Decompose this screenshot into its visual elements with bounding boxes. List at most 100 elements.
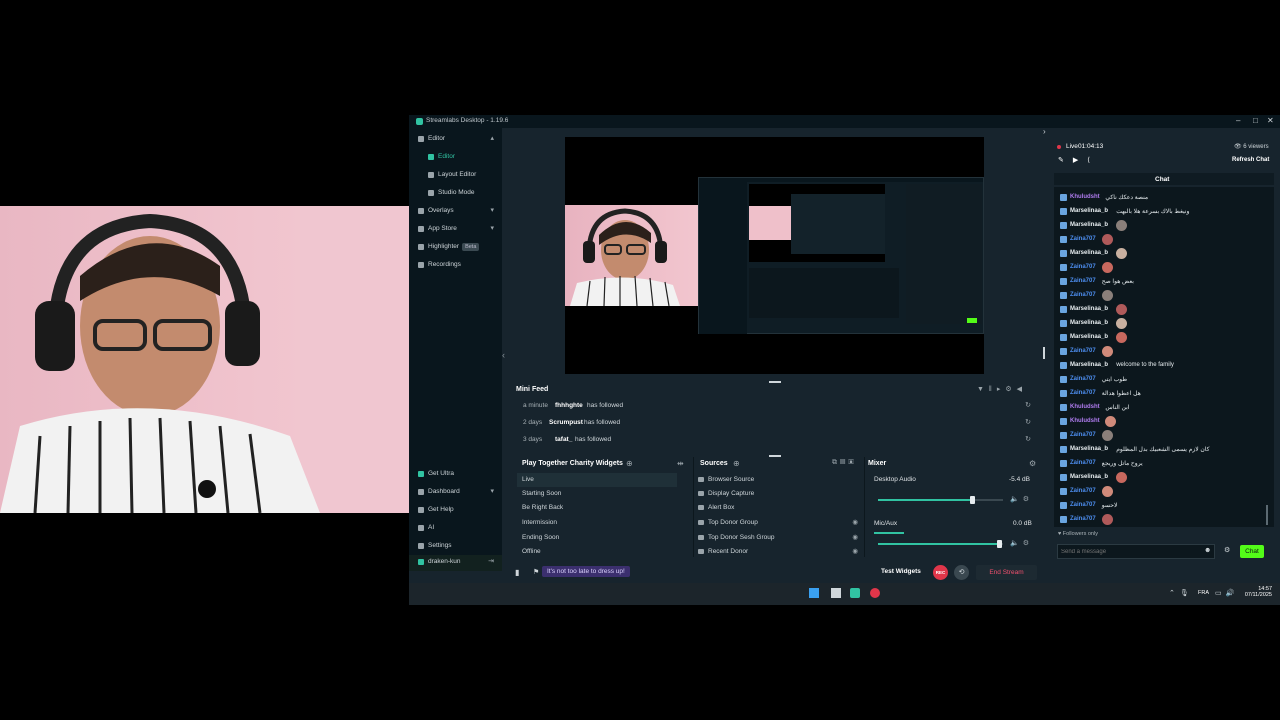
- chat-send-button[interactable]: Chat: [1240, 545, 1264, 558]
- volume-slider[interactable]: [878, 540, 1003, 548]
- source-item[interactable]: Recent Donor ◉: [694, 545, 864, 555]
- volume-knob[interactable]: [997, 540, 1003, 548]
- mini-feed-controls[interactable]: ▼‖▸⚙◀: [977, 385, 1027, 393]
- task-view-icon[interactable]: [831, 588, 841, 598]
- sidebar-item-app-store[interactable]: App Store ▾: [409, 222, 502, 238]
- chat-username[interactable]: Zaina707: [1070, 432, 1096, 438]
- scene-item[interactable]: Intermission: [517, 516, 677, 530]
- tray-icons[interactable]: ⌃🎙: [1169, 589, 1194, 597]
- minimize-icon[interactable]: –: [1236, 116, 1240, 125]
- maximize-icon[interactable]: □: [1253, 116, 1258, 125]
- source-item[interactable]: Top Donor Group ◉: [694, 516, 864, 530]
- chat-username[interactable]: Marselinaa_b: [1070, 362, 1108, 368]
- performance-icon[interactable]: ▮: [515, 568, 519, 577]
- record-button[interactable]: REC: [933, 565, 948, 580]
- end-stream-button[interactable]: End Stream: [976, 565, 1037, 580]
- chat-username[interactable]: Marselinaa_b: [1070, 222, 1108, 228]
- chat-message: Zaina707 هل اعطوا هدالة: [1060, 387, 1270, 401]
- chat-settings-icon[interactable]: ⚙: [1224, 546, 1230, 554]
- chat-username[interactable]: Zaina707: [1070, 390, 1096, 396]
- chat-username[interactable]: Zaina707: [1070, 264, 1096, 270]
- chat-username[interactable]: Zaina707: [1070, 278, 1096, 284]
- chat-username[interactable]: Zaina707: [1070, 460, 1096, 466]
- chat-username[interactable]: Marselinaa_b: [1070, 250, 1108, 256]
- source-item[interactable]: Display Capture: [694, 487, 864, 501]
- chat-input[interactable]: [1061, 546, 1196, 557]
- sidebar-item-get-ultra[interactable]: Get Ultra: [409, 467, 502, 483]
- sidebar-item-account[interactable]: draken-kun ⇥: [409, 555, 502, 571]
- sidebar-item-recordings[interactable]: Recordings: [409, 258, 502, 274]
- clock[interactable]: 14:57 07/11/2025: [1240, 586, 1272, 598]
- scene-item[interactable]: Live: [517, 473, 677, 487]
- gear-icon[interactable]: ⚙: [1029, 459, 1036, 468]
- sidebar-item-editor[interactable]: Editor: [409, 150, 502, 166]
- sidebar-item-overlays[interactable]: Overlays ▾: [409, 204, 502, 220]
- sidebar-item-editor-group[interactable]: Editor ▴: [409, 132, 502, 148]
- chat-username[interactable]: Zaina707: [1070, 516, 1096, 522]
- chat-username[interactable]: Marselinaa_b: [1070, 334, 1108, 340]
- track-controls[interactable]: 🔈⚙: [1010, 495, 1033, 503]
- add-source-icon[interactable]: ⊕: [733, 459, 740, 468]
- chat-username[interactable]: Marselinaa_b: [1070, 306, 1108, 312]
- source-item[interactable]: Browser Source: [694, 473, 864, 487]
- transitions-icon[interactable]: ⇹: [677, 459, 684, 468]
- scene-item[interactable]: Offline: [517, 545, 677, 555]
- chat-username[interactable]: Marselinaa_b: [1070, 320, 1108, 326]
- track-controls[interactable]: 🔈⚙: [1010, 539, 1033, 547]
- source-item[interactable]: Alert Box: [694, 501, 864, 515]
- source-item[interactable]: Top Donor Sesh Group ◉: [694, 531, 864, 545]
- chat-scrollbar[interactable]: [1266, 505, 1268, 525]
- chat-username[interactable]: Zaina707: [1070, 488, 1096, 494]
- chat-username[interactable]: Zaina707: [1070, 376, 1096, 382]
- notification-icon[interactable]: ⚑: [533, 568, 539, 576]
- sidebar-item-dashboard[interactable]: Dashboard ▾: [409, 485, 502, 501]
- sidebar-item-settings[interactable]: Settings: [409, 539, 502, 555]
- visibility-icon[interactable]: ◉: [852, 518, 858, 526]
- sidebar-item-studio-mode[interactable]: Studio Mode: [409, 186, 502, 202]
- chat-input-box[interactable]: ☻: [1057, 544, 1215, 559]
- volume-knob[interactable]: [969, 496, 975, 504]
- streamlabs-taskbar-icon[interactable]: [850, 588, 860, 598]
- chat-username[interactable]: Marselinaa_b: [1070, 446, 1108, 452]
- chrome-icon[interactable]: [870, 588, 880, 598]
- chat-tools[interactable]: ✎▶⟨: [1058, 156, 1099, 164]
- stream-preview[interactable]: [565, 137, 984, 374]
- chat-username[interactable]: Khuludsht: [1070, 418, 1100, 424]
- emoji-icon[interactable]: ☻: [1204, 547, 1211, 554]
- chat-username[interactable]: Zaina707: [1070, 236, 1096, 242]
- sidebar-item-ai[interactable]: AI: [409, 521, 502, 537]
- sidebar-item-get-help[interactable]: Get Help: [409, 503, 502, 519]
- logout-icon[interactable]: ⇥: [488, 557, 494, 565]
- chat-username[interactable]: Zaina707: [1070, 348, 1096, 354]
- expand-chat-icon[interactable]: ›: [1043, 127, 1046, 136]
- chat-username[interactable]: Marselinaa_b: [1070, 208, 1108, 214]
- chat-username[interactable]: Zaina707: [1070, 292, 1096, 298]
- collapse-sidebar-icon[interactable]: ‹: [502, 350, 505, 360]
- chat-username[interactable]: Khuludsht: [1070, 404, 1100, 410]
- replay-buffer-icon[interactable]: ⟲: [954, 565, 969, 580]
- replay-icon[interactable]: ↻: [1025, 435, 1031, 443]
- system-icons[interactable]: ▭🔊: [1215, 589, 1238, 597]
- volume-slider[interactable]: [878, 496, 1003, 504]
- replay-icon[interactable]: ↻: [1025, 401, 1031, 409]
- sidebar-item-layout-editor[interactable]: Layout Editor: [409, 168, 502, 184]
- chat-username[interactable]: Khuludsht: [1070, 194, 1100, 200]
- replay-icon[interactable]: ↻: [1025, 418, 1031, 426]
- close-icon[interactable]: ✕: [1267, 116, 1274, 125]
- test-widgets-button[interactable]: Test Widgets: [881, 568, 921, 575]
- scene-item[interactable]: Ending Soon: [517, 531, 677, 545]
- refresh-chat-button[interactable]: Refresh Chat: [1232, 157, 1269, 163]
- scene-item[interactable]: Starting Soon: [517, 487, 677, 501]
- resize-handle[interactable]: [1043, 347, 1045, 359]
- chat-username[interactable]: Zaina707: [1070, 502, 1096, 508]
- language-indicator[interactable]: FRA: [1198, 590, 1209, 596]
- start-icon[interactable]: [809, 588, 819, 598]
- visibility-icon[interactable]: ◉: [852, 547, 858, 555]
- chat-username[interactable]: Marselinaa_b: [1070, 474, 1108, 480]
- source-tools-icon[interactable]: ⧉▤▣: [832, 459, 857, 467]
- add-scene-icon[interactable]: ⊕: [626, 459, 633, 468]
- sidebar-item-highlighter[interactable]: Highlighter Beta: [409, 240, 502, 256]
- scene-item[interactable]: Be Right Back: [517, 501, 677, 515]
- visibility-icon[interactable]: ◉: [852, 533, 858, 541]
- notification-tip[interactable]: It's not too late to dress up!: [542, 566, 630, 577]
